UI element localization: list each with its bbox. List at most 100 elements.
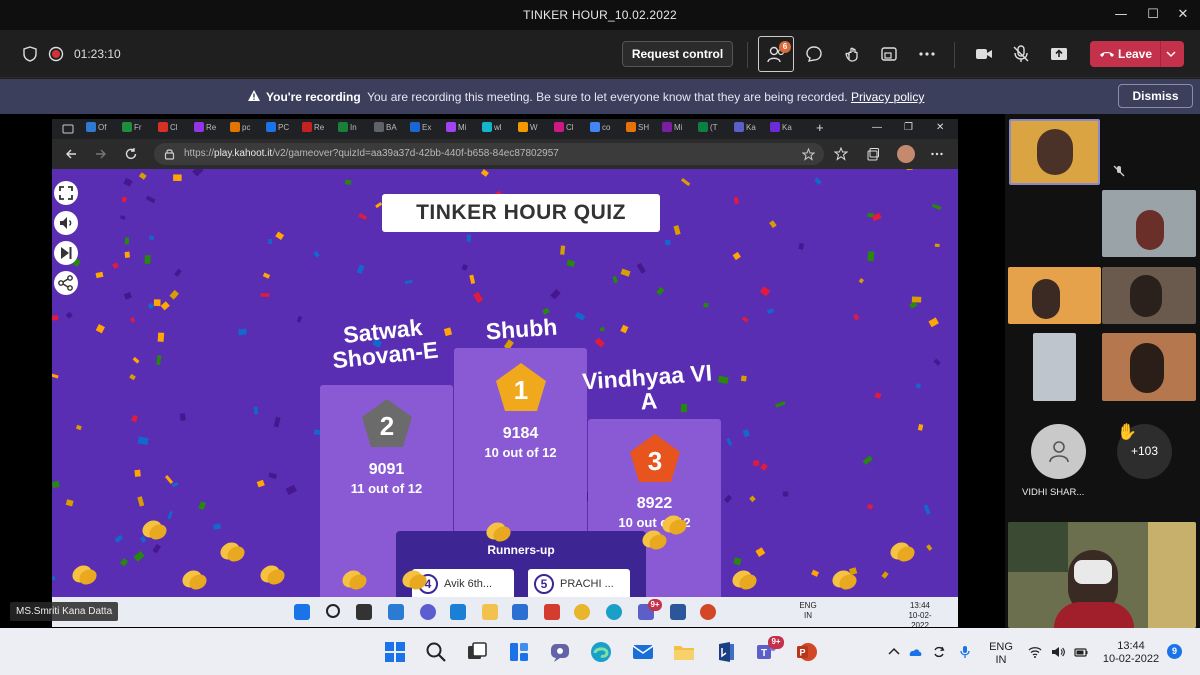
privacy-policy-link[interactable]: Privacy policy [851,90,924,104]
browser-tab[interactable]: Ka [734,122,756,136]
reactions-icon[interactable] [842,44,862,64]
browser-tab[interactable]: Ka [770,122,792,136]
chat-icon[interactable] [804,44,824,64]
tab-label: SH [638,123,650,132]
participant-video-tile[interactable] [1102,267,1196,324]
widgets-icon[interactable] [508,641,530,663]
browser-tab[interactable]: In [338,122,357,136]
tab-label: Ka [746,123,756,132]
start-icon[interactable] [384,641,406,663]
confetti-piece [52,315,59,321]
language-indicator[interactable]: ENG IN [986,641,1016,667]
refresh-icon[interactable] [124,147,138,161]
tab-favicon-icon [194,122,204,132]
task-view-icon[interactable] [466,641,488,663]
microphone-muted-icon[interactable] [1011,44,1031,64]
fullscreen-button[interactable] [54,181,78,205]
shield-icon[interactable] [20,44,40,64]
share-screen-icon[interactable] [1049,44,1069,64]
browser-tab[interactable]: Re [302,122,324,136]
sound-button[interactable] [54,211,78,235]
chevron-down-icon[interactable] [1166,50,1176,58]
edge-icon [606,604,622,620]
leave-button[interactable]: Leave [1090,41,1184,67]
browser-minimize-button[interactable]: — [872,122,882,136]
request-control-button[interactable]: Request control [622,41,733,67]
browser-tab[interactable]: W [518,122,538,136]
forward-arrow-icon[interactable] [94,147,108,161]
profile-avatar[interactable] [897,145,915,163]
browser-tab[interactable]: pc [230,122,250,136]
runner-up-rank: 4 [418,574,438,594]
tab-label: Cl [566,123,574,132]
confetti-piece [798,242,805,250]
more-options-icon[interactable] [917,44,937,64]
participants-button[interactable]: 6 [758,36,794,72]
notes-app-icon[interactable] [715,641,737,663]
back-arrow-icon[interactable] [64,147,78,161]
onedrive-icon[interactable] [908,645,922,659]
participant-video-tile[interactable] [1008,267,1101,324]
participant-video-tile[interactable] [1033,333,1076,401]
browser-tab[interactable]: Mi [662,122,682,136]
browser-tab[interactable]: co [590,122,610,136]
powerpoint-icon[interactable]: P [796,641,818,663]
favorites-icon[interactable] [834,147,848,161]
share-button[interactable] [54,271,78,295]
chevron-up-icon[interactable] [887,645,901,659]
browser-tab[interactable]: Cl [158,122,178,136]
edge-icon[interactable] [590,641,612,663]
camera-icon[interactable] [974,44,994,64]
skip-button[interactable] [54,241,78,265]
browser-tab[interactable]: Mi [446,122,466,136]
browser-tab[interactable]: (T [698,122,718,136]
teams-chat-icon[interactable] [549,641,571,663]
maximize-button[interactable]: ☐ [1138,4,1168,26]
confetti-piece [874,392,882,399]
tab-label: Fr [134,123,142,132]
microphone-icon[interactable] [958,645,972,659]
file-explorer-icon[interactable] [673,641,695,663]
participant-video-tile[interactable] [1102,190,1196,257]
confetti-piece [137,436,149,446]
browser-tab[interactable]: PC [266,122,289,136]
browser-menu-icon[interactable] [930,147,944,161]
minimize-button[interactable]: — [1106,4,1136,26]
notification-count-badge[interactable]: 9 [1167,644,1182,659]
collections-icon[interactable] [866,147,880,161]
browser-tab[interactable]: Of [86,122,106,136]
search-icon[interactable] [425,641,447,663]
browser-tab[interactable]: Re [194,122,216,136]
participant-video-tile[interactable] [1102,333,1196,401]
browser-tab[interactable]: Ex [410,122,431,136]
browser-tab[interactable]: BA [374,122,397,136]
bronze-badge-icon: 3 [630,434,680,482]
browser-tab[interactable]: Fr [122,122,142,136]
browser-restore-button[interactable]: ❐ [904,122,913,136]
browser-tab[interactable]: SH [626,122,649,136]
browser-tab[interactable]: wl [482,122,502,136]
volume-icon[interactable] [1051,645,1065,659]
battery-icon[interactable] [1074,645,1088,659]
confetti-piece [741,316,749,323]
podium-3-rank: 3 [648,446,662,476]
presenter-video-tile[interactable] [1008,522,1196,628]
mail-icon[interactable] [632,641,654,663]
confetti-piece [867,503,874,510]
system-clock[interactable]: 13:44 10-02-2022 [1100,640,1162,666]
dismiss-button[interactable]: Dismiss [1118,84,1193,108]
participant-avatar[interactable] [1031,424,1086,479]
sync-icon[interactable] [932,645,946,659]
browser-close-button[interactable]: ✕ [936,122,944,136]
participant-video-tile[interactable] [1009,119,1100,185]
tab-actions-icon[interactable] [62,123,74,135]
wifi-icon[interactable] [1028,645,1042,659]
new-tab-button[interactable]: + [816,120,824,135]
share-tray-icon[interactable] [879,44,899,64]
favorite-star-icon[interactable] [802,148,815,161]
confetti-piece [138,172,147,180]
url-field[interactable]: https://play.kahoot.it/v2/gameover?quizI… [154,143,824,165]
divider [747,42,748,68]
close-button[interactable]: ✕ [1168,4,1198,26]
browser-tab[interactable]: Cl [554,122,574,136]
